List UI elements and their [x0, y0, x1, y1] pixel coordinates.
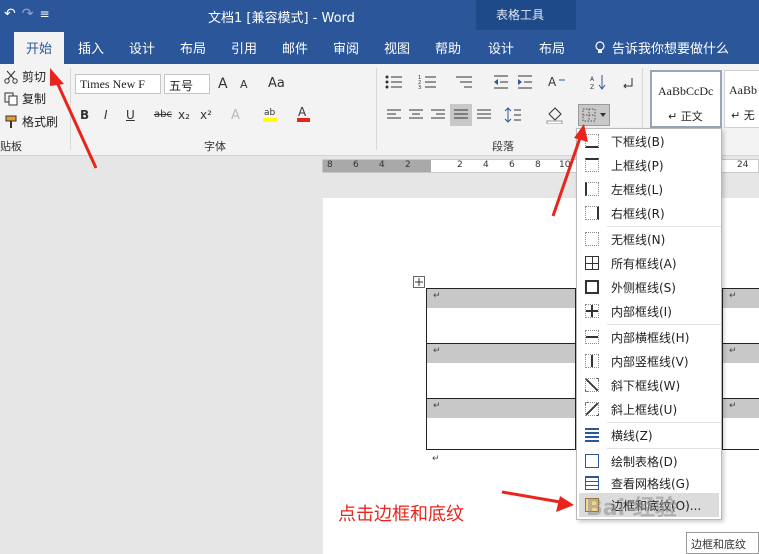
annotation-text: 点击边框和底纹 — [338, 504, 464, 525]
watermark: Bai 经验 — [586, 496, 677, 521]
annotation-arrows — [50, 68, 588, 512]
tooltip: 边框和底纹 — [686, 532, 759, 554]
